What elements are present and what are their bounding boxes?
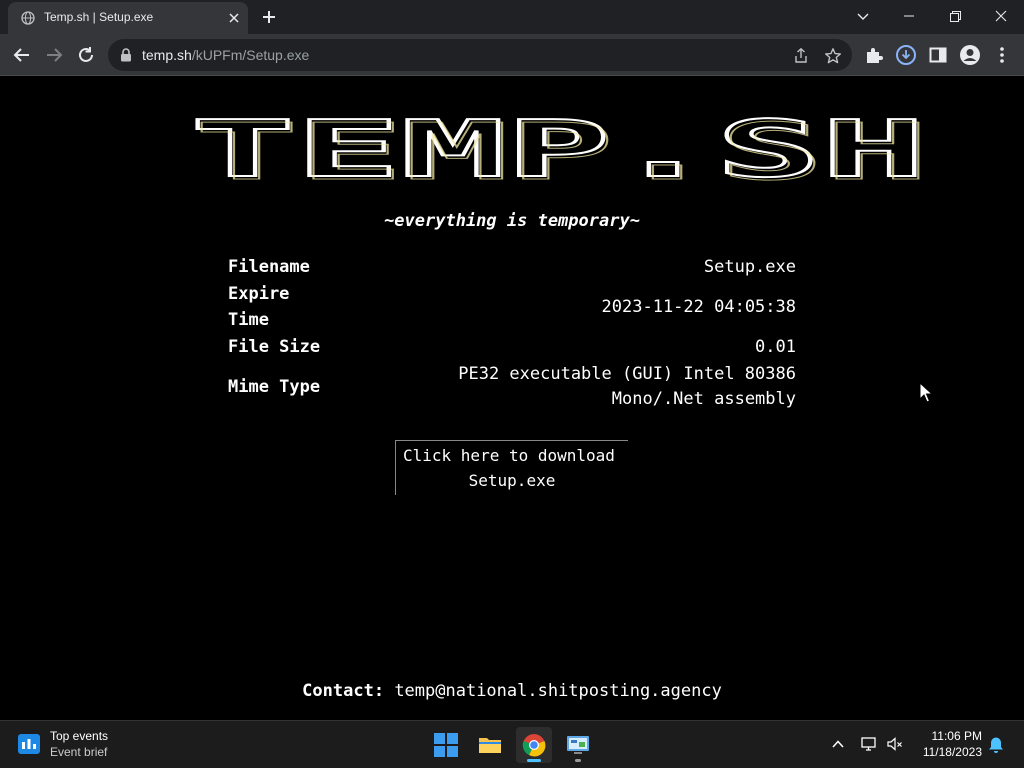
restore-icon[interactable] bbox=[943, 5, 967, 27]
contact-label: Contact: bbox=[302, 681, 385, 701]
reload-icon[interactable] bbox=[75, 44, 97, 66]
chevron-up-icon[interactable] bbox=[830, 736, 846, 752]
notification-bell-icon[interactable] bbox=[988, 736, 1004, 754]
forward-arrow-icon[interactable] bbox=[43, 44, 65, 66]
volume-muted-icon[interactable] bbox=[886, 735, 904, 753]
network-icon[interactable] bbox=[860, 735, 878, 753]
download-button-line2: Setup.exe bbox=[468, 471, 556, 490]
menu-kebab-icon[interactable] bbox=[991, 44, 1013, 66]
minimize-icon[interactable] bbox=[897, 5, 921, 27]
profile-avatar-icon[interactable] bbox=[959, 44, 981, 66]
page-content: TEMP.SH TEMP.SH ~everything is temporary… bbox=[0, 77, 1024, 720]
expire-value: 2023-11-22 04:05:38 bbox=[601, 297, 796, 317]
filename-value: Setup.exe bbox=[703, 257, 796, 277]
lock-icon[interactable] bbox=[120, 48, 132, 62]
bookmark-star-icon[interactable] bbox=[824, 47, 842, 65]
address-bar[interactable]: temp.sh/kUPFm/Setup.exe bbox=[108, 39, 852, 71]
download-button[interactable]: Click here to download Setup.exe bbox=[395, 440, 628, 495]
browser-tab[interactable]: Temp.sh | Setup.exe bbox=[8, 2, 248, 34]
filename-label: Filename bbox=[228, 257, 310, 277]
share-icon[interactable] bbox=[792, 47, 810, 65]
start-button[interactable] bbox=[428, 727, 464, 763]
file-explorer-button[interactable] bbox=[472, 727, 508, 763]
mime-type-value-line1: PE32 executable (GUI) Intel 80386 bbox=[458, 364, 796, 384]
taskbar: Top events Event brief 11:06 PM 11/18/20… bbox=[0, 720, 1024, 768]
mouse-pointer-icon bbox=[919, 382, 933, 403]
widget-subtitle[interactable]: Event brief bbox=[50, 745, 107, 759]
contact-line: Contact: temp@national.shitposting.agenc… bbox=[0, 681, 1024, 701]
widgets-icon[interactable] bbox=[18, 734, 40, 754]
mime-type-value-line2: Mono/.Net assembly bbox=[611, 389, 796, 409]
control-panel-icon bbox=[567, 736, 589, 754]
expire-label-line1: Expire bbox=[228, 284, 290, 304]
chrome-taskbar-button[interactable] bbox=[516, 727, 552, 763]
tab-strip: Temp.sh | Setup.exe bbox=[0, 0, 1024, 34]
tab-title: Temp.sh | Setup.exe bbox=[44, 10, 154, 24]
chrome-icon bbox=[522, 734, 546, 757]
running-indicator bbox=[527, 759, 541, 762]
windows-start-icon bbox=[434, 733, 458, 757]
extensions-puzzle-icon[interactable] bbox=[863, 44, 885, 66]
running-indicator bbox=[575, 759, 581, 762]
window-close-icon[interactable] bbox=[989, 5, 1013, 27]
expire-label-line2: Time bbox=[228, 310, 269, 330]
file-explorer-icon bbox=[479, 738, 501, 753]
side-panel-icon[interactable] bbox=[927, 44, 949, 66]
globe-icon bbox=[21, 11, 35, 25]
temp-sh-logo: TEMP.SH TEMP.SH bbox=[189, 115, 930, 185]
mime-type-label: Mime Type bbox=[228, 377, 321, 397]
clock-time[interactable]: 11:06 PM bbox=[912, 729, 982, 743]
back-arrow-icon[interactable] bbox=[11, 44, 33, 66]
download-icon[interactable] bbox=[895, 44, 917, 66]
tab-search-chevron-icon[interactable] bbox=[851, 5, 875, 27]
url-text: temp.sh/kUPFm/Setup.exe bbox=[142, 47, 309, 63]
browser-toolbar: temp.sh/kUPFm/Setup.exe bbox=[0, 34, 1024, 76]
url-path: /kUPFm/Setup.exe bbox=[191, 47, 310, 63]
logo-shadow-text: TEMP.SH bbox=[194, 115, 930, 185]
contact-email-link[interactable]: temp@national.shitposting.agency bbox=[394, 681, 722, 701]
widget-title[interactable]: Top events bbox=[50, 729, 108, 743]
clock-date[interactable]: 11/18/2023 bbox=[912, 745, 982, 759]
new-tab-icon[interactable] bbox=[260, 8, 278, 26]
control-panel-button[interactable] bbox=[560, 727, 596, 763]
tagline: ~everything is temporary~ bbox=[384, 211, 640, 231]
file-size-label: File Size bbox=[228, 337, 321, 357]
download-button-line1: Click here to download bbox=[403, 446, 615, 465]
url-host: temp.sh bbox=[142, 47, 192, 63]
file-size-value: 0.01 bbox=[755, 337, 796, 357]
close-icon[interactable] bbox=[227, 11, 241, 25]
